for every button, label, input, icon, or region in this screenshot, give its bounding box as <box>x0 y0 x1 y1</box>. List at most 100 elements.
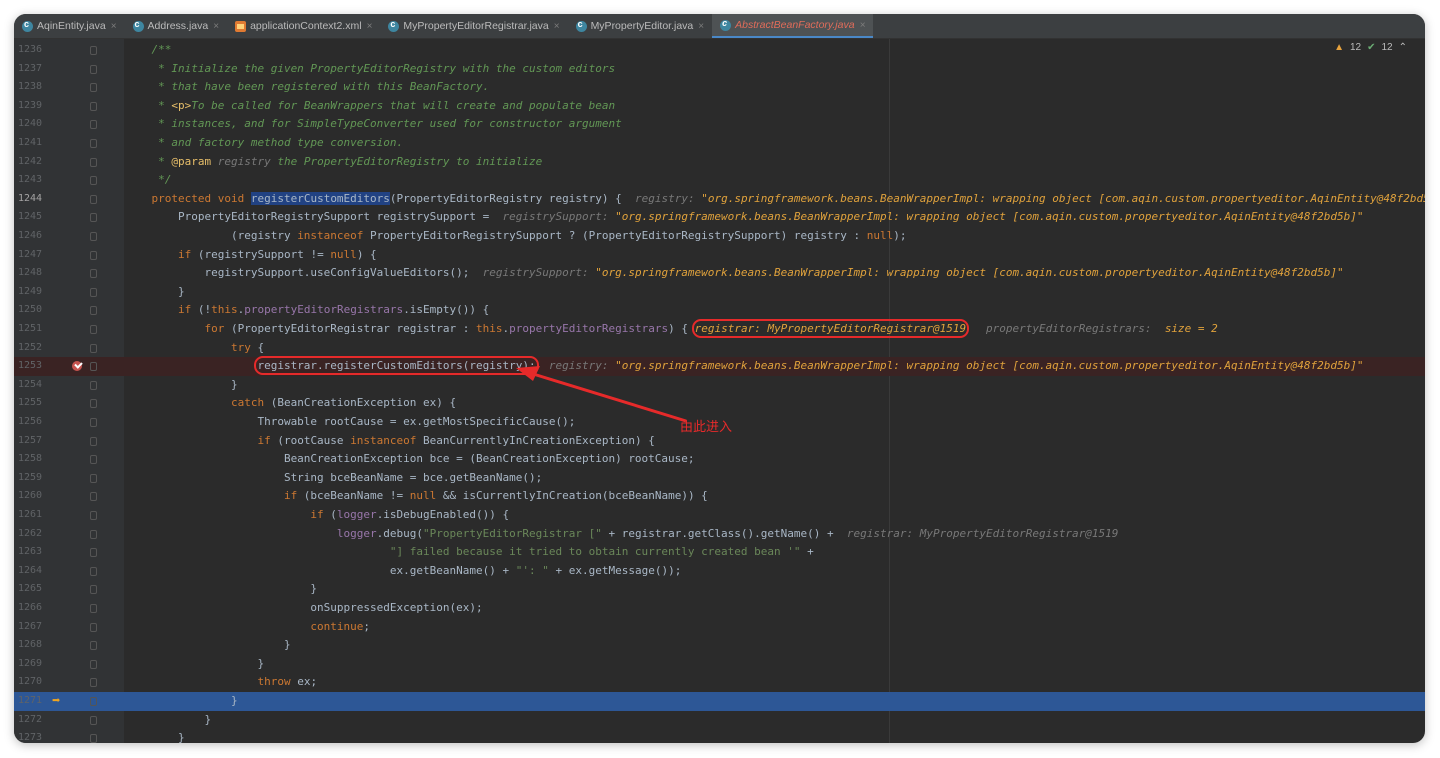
fold-marker[interactable] <box>90 157 97 167</box>
code-line[interactable]: 1236 /** <box>14 41 1425 60</box>
fold-marker[interactable] <box>90 418 97 427</box>
tab-3[interactable]: MyPropertyEditorRegistrar.java × <box>380 14 567 38</box>
code-line[interactable]: 1258 BeanCreationException bce = (BeanCr… <box>14 450 1425 469</box>
fold-marker[interactable] <box>90 380 97 390</box>
fold-marker[interactable] <box>90 269 97 279</box>
warning-count: 12 <box>1349 42 1362 53</box>
fold-marker[interactable] <box>90 232 97 241</box>
fold-marker[interactable] <box>90 343 97 353</box>
tab-0[interactable]: AqinEntity.java × <box>14 14 125 38</box>
code-line[interactable]: 1243 */ <box>14 171 1425 190</box>
fold-marker[interactable] <box>90 715 97 725</box>
code-line[interactable]: 1241 * and factory method type conversio… <box>14 134 1425 153</box>
fold-marker[interactable] <box>90 139 97 148</box>
breakpoint-icon[interactable] <box>72 361 82 372</box>
fold-marker[interactable] <box>90 678 97 688</box>
tab-5[interactable]: AbstractBeanFactory.java × <box>712 14 874 38</box>
fold-marker[interactable] <box>90 194 97 204</box>
code-line[interactable]: 1263 "] failed because it tried to obtai… <box>14 543 1425 562</box>
code-line[interactable]: 1260 if (bceBeanName != null && isCurren… <box>14 487 1425 506</box>
code-line[interactable]: 1259 String bceBeanName = bce.getBeanNam… <box>14 469 1425 488</box>
code-line[interactable]: 1246 (registry instanceof PropertyEditor… <box>14 227 1425 246</box>
tab-1[interactable]: Address.java × <box>125 14 228 38</box>
fold-marker[interactable] <box>90 176 97 186</box>
code-line[interactable]: 1273 } <box>14 729 1425 743</box>
code-line[interactable]: 1250 if (!this.propertyEditorRegistrars.… <box>14 301 1425 320</box>
code-line[interactable]: 1237 * Initialize the given PropertyEdit… <box>14 60 1425 79</box>
fold-marker[interactable] <box>90 566 97 576</box>
code-line[interactable]: 1245 PropertyEditorRegistrySupport regis… <box>14 208 1425 227</box>
code-line[interactable]: 1242 * @param registry the PropertyEdito… <box>14 153 1425 172</box>
close-icon[interactable]: × <box>213 21 219 32</box>
code-line[interactable]: 1249 } <box>14 283 1425 302</box>
inspection-widget[interactable]: ▲ 12 ✔ 12 ⌃ <box>1334 42 1407 53</box>
tab-4[interactable]: MyPropertyEditor.java × <box>568 14 713 38</box>
code-line[interactable]: 1265 } <box>14 580 1425 599</box>
close-icon[interactable]: × <box>367 21 373 32</box>
fold-marker[interactable] <box>90 622 97 632</box>
code-line[interactable]: 1239 * <p>To be called for BeanWrappers … <box>14 97 1425 116</box>
fold-marker[interactable] <box>90 64 97 74</box>
line-number: 1251 <box>18 323 43 334</box>
code-line[interactable]: 1268 } <box>14 636 1425 655</box>
fold-marker[interactable] <box>90 492 97 502</box>
close-icon[interactable]: × <box>698 21 704 32</box>
fold-marker[interactable] <box>90 585 97 595</box>
code-line[interactable]: 1266 onSuppressedException(ex); <box>14 599 1425 618</box>
code-text: } <box>125 729 1425 743</box>
fold-marker[interactable] <box>90 120 97 130</box>
fold-marker[interactable] <box>90 734 97 743</box>
code-line[interactable]: 1264 ex.getBeanName() + "': " + ex.getMe… <box>14 562 1425 581</box>
fold-marker[interactable] <box>90 306 97 316</box>
fold-marker[interactable] <box>90 250 97 260</box>
code-line[interactable]: 1269 } <box>14 655 1425 674</box>
code-line[interactable]: 1251 for (PropertyEditorRegistrar regist… <box>14 319 1425 339</box>
fold-marker[interactable] <box>90 604 97 613</box>
code-line[interactable]: 1272 } <box>14 711 1425 730</box>
fold-marker[interactable] <box>90 83 97 93</box>
tab-2[interactable]: applicationContext2.xml × <box>227 14 380 38</box>
code-line[interactable]: 1271 ➡ } <box>14 692 1425 711</box>
fold-marker[interactable] <box>90 362 97 372</box>
close-icon[interactable]: × <box>554 21 560 32</box>
fold-marker[interactable] <box>90 455 97 465</box>
fold-marker[interactable] <box>90 548 97 558</box>
fold-marker[interactable] <box>90 641 97 651</box>
fold-marker[interactable] <box>90 399 97 409</box>
code-text: ex.getBeanName() + "': " + ex.getMessage… <box>125 562 1425 581</box>
code-line[interactable]: 1238 * that have been registered with th… <box>14 78 1425 97</box>
code-line[interactable]: 1248 registrySupport.useConfigValueEdito… <box>14 264 1425 283</box>
fold-marker[interactable] <box>90 46 97 55</box>
code-line[interactable]: 1253 registrar.registerCustomEditors(reg… <box>14 356 1425 376</box>
fold-marker[interactable] <box>90 101 97 111</box>
code-line[interactable]: 1270 throw ex; <box>14 673 1425 692</box>
fold-marker[interactable] <box>90 436 97 446</box>
close-icon[interactable]: × <box>860 20 866 31</box>
code-line[interactable]: 1252 try { <box>14 339 1425 358</box>
fold-marker[interactable] <box>90 697 97 706</box>
fold-marker[interactable] <box>90 473 97 483</box>
close-icon[interactable]: × <box>111 21 117 32</box>
fold-marker[interactable] <box>90 213 97 223</box>
inline-debug-value: "org.springframework.beans.BeanWrapperIm… <box>701 191 1425 205</box>
code-line[interactable]: 1261 if (logger.isDebugEnabled()) { <box>14 506 1425 525</box>
fold-marker[interactable] <box>90 511 97 520</box>
code-text: protected void registerCustomEditors(Pro… <box>125 190 1425 209</box>
code-line[interactable]: 1262 logger.debug("PropertyEditorRegistr… <box>14 525 1425 544</box>
code-line[interactable]: 1267 continue; <box>14 618 1425 637</box>
code-text: } <box>125 283 1425 302</box>
chevron-up-icon[interactable]: ⌃ <box>1399 42 1407 53</box>
code-line[interactable]: 1254 } <box>14 376 1425 395</box>
code-line[interactable]: 1244 protected void registerCustomEditor… <box>14 190 1425 209</box>
code-line[interactable]: 1247 if (registrySupport != null) { <box>14 246 1425 265</box>
fold-marker[interactable] <box>90 287 97 297</box>
fold-marker[interactable] <box>90 325 97 334</box>
inline-debug-value: registry <box>211 154 271 168</box>
code-token: (! <box>191 303 212 317</box>
code-line[interactable]: 1240 * instances, and for SimpleTypeConv… <box>14 115 1425 134</box>
code-token: && isCurrentlyInCreation(bceBeanName)) { <box>436 489 708 503</box>
fold-marker[interactable] <box>90 529 97 539</box>
fold-marker[interactable] <box>90 659 97 669</box>
code-editor[interactable]: 1236 /** 1237 * Initialize the given Prop… <box>14 39 1425 743</box>
code-line[interactable]: 1255 catch (BeanCreationException ex) { <box>14 394 1425 413</box>
